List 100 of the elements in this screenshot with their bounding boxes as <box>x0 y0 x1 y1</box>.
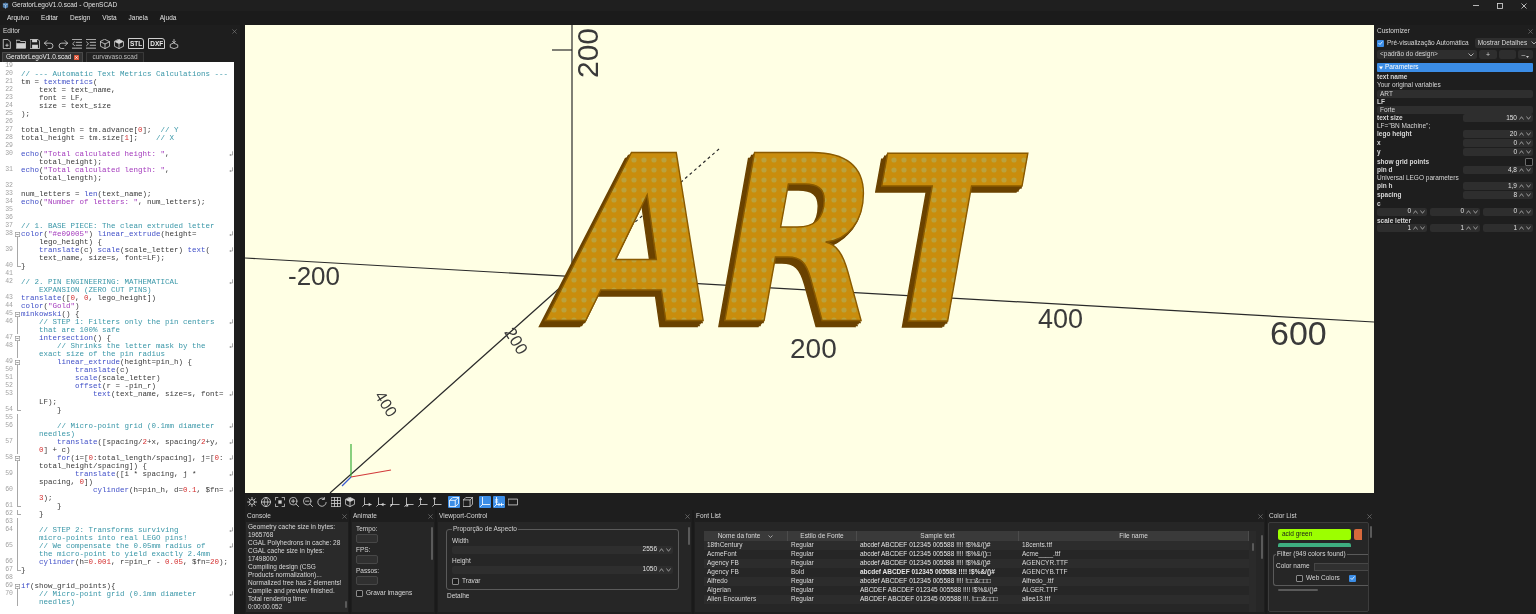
caret-icon <box>1526 56 1530 58</box>
spin-arrows-icon[interactable] <box>1466 209 1478 214</box>
spin-arrows-icon[interactable] <box>1519 168 1531 172</box>
wrap-marker-icon <box>229 343 233 349</box>
wrap-marker-icon <box>229 471 233 477</box>
view-toolbar-button[interactable] <box>302 495 314 508</box>
indent-icon[interactable] <box>86 38 96 49</box>
spin-arrows-icon[interactable] <box>1519 150 1531 154</box>
axes-icon <box>480 496 490 507</box>
chevron-down-icon <box>1531 41 1536 45</box>
view-toolbar-button[interactable] <box>330 495 342 508</box>
minimize-icon <box>1473 5 1479 6</box>
axis-view-icon <box>376 496 386 507</box>
view-toolbar-button[interactable] <box>462 495 474 508</box>
view-toolbar-button[interactable] <box>260 495 272 508</box>
spin-arrows-icon[interactable] <box>659 567 671 572</box>
checkbox[interactable] <box>1525 157 1533 166</box>
grid-icon <box>331 496 341 507</box>
spin-arrows-icon[interactable] <box>659 547 671 552</box>
spin-arrows-icon[interactable] <box>1519 132 1531 136</box>
view-toolbar-button[interactable] <box>361 495 373 508</box>
fold-toggle-icon[interactable] <box>15 583 20 589</box>
view-toolbar-button[interactable] <box>288 495 300 508</box>
unindent-icon[interactable] <box>72 38 82 49</box>
view-toolbar-button[interactable] <box>507 495 519 508</box>
app-logo-icon <box>2 2 9 9</box>
spin-arrows-icon[interactable] <box>1413 209 1425 214</box>
close-icon <box>1521 2 1527 9</box>
input-field[interactable] <box>356 555 378 564</box>
frame-icon <box>275 496 285 507</box>
spin-arrows-icon[interactable] <box>1519 184 1531 188</box>
input-field[interactable] <box>356 576 378 585</box>
input-field[interactable] <box>1313 562 1368 571</box>
undo-icon[interactable] <box>44 38 54 49</box>
fold-toggle-icon[interactable] <box>15 359 20 365</box>
wrap-marker-icon <box>229 543 233 549</box>
cube-arrow-icon[interactable] <box>169 38 180 49</box>
view-toolbar-button[interactable] <box>246 495 258 508</box>
cube-icon[interactable] <box>100 38 110 49</box>
spin-arrows-icon[interactable] <box>1519 226 1531 230</box>
wrap-marker-icon <box>229 591 233 597</box>
globe-icon <box>261 496 271 507</box>
axis-view-icon <box>432 496 442 507</box>
zoom-in-icon <box>289 496 299 507</box>
view-toolbar-button[interactable] <box>316 495 328 508</box>
cube-icon <box>463 496 473 507</box>
view-toolbar-button[interactable] <box>274 495 286 508</box>
checkbox[interactable] <box>356 590 363 597</box>
spin-arrows-icon[interactable] <box>1413 226 1425 230</box>
scrollbar-thumb[interactable] <box>1251 543 1254 551</box>
rectangle-icon <box>508 496 518 507</box>
spin-arrows-icon[interactable] <box>1519 141 1531 145</box>
color-swatch[interactable] <box>1278 543 1351 547</box>
gear-icon <box>247 496 257 507</box>
maximize-icon <box>1497 2 1503 9</box>
wrap-marker-icon <box>229 423 233 429</box>
spin-arrows-icon[interactable] <box>1519 116 1531 120</box>
fold-toggle-icon[interactable] <box>15 231 20 237</box>
wrap-marker-icon <box>229 151 233 157</box>
checkmark-icon <box>1349 576 1355 580</box>
axis-label: 400 <box>371 388 401 420</box>
save-icon[interactable] <box>30 38 40 49</box>
rotate-icon <box>317 496 327 507</box>
color-swatch[interactable] <box>1354 529 1362 540</box>
view-toolbar-button[interactable] <box>344 495 356 508</box>
checkbox[interactable] <box>1348 574 1356 582</box>
axis-label: 200 <box>570 27 604 79</box>
view-toolbar-button[interactable] <box>417 495 429 508</box>
axis-view-icon <box>362 496 372 507</box>
scrollbar-thumb[interactable] <box>1278 588 1318 591</box>
spin-arrows-icon[interactable] <box>1519 193 1531 197</box>
folder-icon[interactable] <box>16 38 26 49</box>
fold-toggle-icon[interactable] <box>15 311 20 317</box>
view-toolbar-button[interactable] <box>403 495 415 508</box>
wrap-marker-icon <box>229 527 233 533</box>
axis-label: -200 <box>288 261 341 291</box>
view-toolbar-button[interactable] <box>431 495 443 508</box>
shaded-cube-icon[interactable] <box>114 38 124 49</box>
axis-view-icon <box>404 496 414 507</box>
scrollbar-thumb[interactable] <box>1261 535 1263 559</box>
scrollbar-thumb[interactable] <box>345 601 347 608</box>
input-field[interactable] <box>356 534 378 543</box>
wrap-marker-icon <box>229 439 233 445</box>
checkbox[interactable] <box>1296 574 1303 582</box>
checkbox[interactable] <box>1377 39 1384 47</box>
new-file-icon[interactable] <box>2 38 12 49</box>
axes-indicator-drawing <box>341 443 392 487</box>
view-toolbar-button[interactable] <box>375 495 387 508</box>
scrollbar-thumb[interactable] <box>431 527 433 560</box>
redo-icon[interactable] <box>58 38 68 49</box>
checkmark-icon <box>1378 41 1383 45</box>
view-toolbar-button[interactable] <box>389 495 401 508</box>
fold-toggle-icon[interactable] <box>15 335 20 341</box>
axis-view-icon <box>390 496 400 507</box>
scrollbar-thumb[interactable] <box>688 527 690 545</box>
fold-toggle-icon[interactable] <box>15 455 20 461</box>
checkbox[interactable] <box>452 577 459 585</box>
spin-arrows-icon[interactable] <box>1466 226 1478 230</box>
spin-arrows-icon[interactable] <box>1519 209 1531 214</box>
wrap-marker-icon <box>229 167 233 173</box>
